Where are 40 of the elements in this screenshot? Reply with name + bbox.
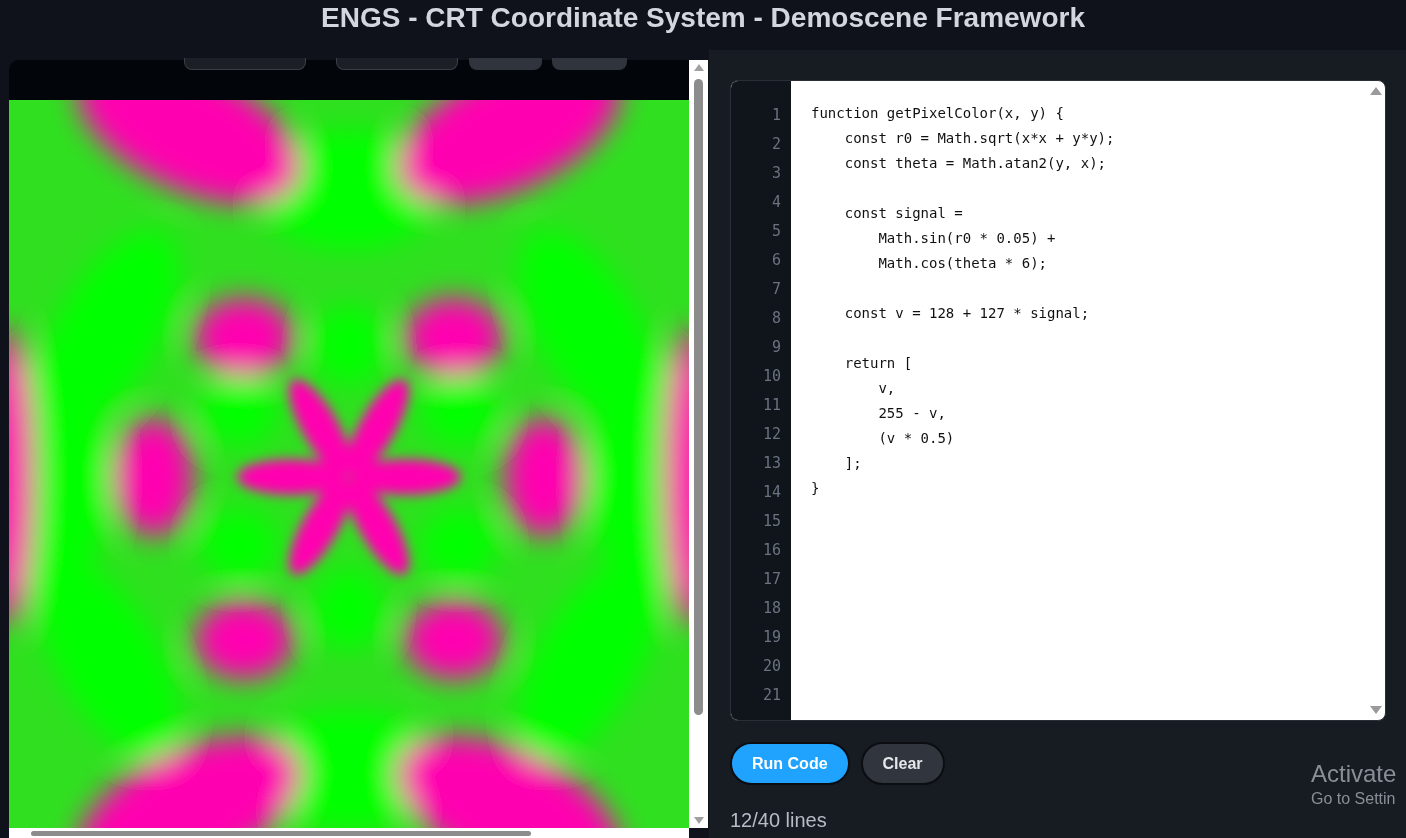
activation-notice-title: Activate — [1311, 760, 1397, 788]
scrollbar-thumb[interactable] — [31, 831, 531, 836]
line-number: 1 — [771, 105, 781, 126]
scroll-down-icon[interactable] — [693, 817, 704, 824]
line-number: 10 — [762, 366, 781, 387]
line-number: 11 — [762, 395, 781, 416]
activation-notice-text: Go to Settin — [1311, 789, 1397, 809]
input-field[interactable] — [336, 58, 458, 70]
scrollbar-thumb[interactable] — [694, 79, 703, 715]
code-editor[interactable] — [730, 80, 1386, 721]
input-field[interactable] — [184, 58, 306, 70]
line-number: 19 — [762, 627, 781, 648]
line-number: 7 — [771, 279, 781, 300]
line-number: 9 — [771, 337, 781, 358]
line-number: 4 — [771, 192, 781, 213]
page-title: ENGS - CRT Coordinate System - Demoscene Framework — [321, 1, 1085, 35]
button[interactable] — [469, 58, 542, 70]
clear-button[interactable]: Clear — [860, 742, 945, 785]
scroll-up-icon[interactable] — [693, 63, 704, 71]
line-number: 16 — [762, 540, 781, 561]
line-count: 12/40 lines — [730, 808, 828, 833]
scroll-up-icon[interactable] — [1370, 87, 1382, 95]
horizontal-scrollbar[interactable] — [9, 828, 689, 838]
vertical-scrollbar[interactable] — [689, 60, 708, 828]
line-number: 14 — [762, 482, 781, 503]
line-number: 15 — [762, 511, 781, 532]
line-number: 5 — [771, 221, 781, 242]
scroll-down-icon[interactable] — [1370, 706, 1382, 714]
line-number: 3 — [771, 163, 781, 184]
code-text[interactable]: function getPixelColor(x, y) { const r0 = Math.sqrt(x*x + y*y); const theta = Math.atan2(y, x); const signal = Math.sin(r0 * 0.05) + Math.cos(theta * 6); const v = 128 + 127 * signal; return [ v, 255 - v, (v * 0.5) ]; } — [791, 81, 1385, 501]
line-number: 20 — [762, 656, 781, 677]
line-number: 6 — [771, 250, 781, 271]
line-number: 12 — [762, 424, 781, 445]
line-number: 21 — [762, 685, 781, 706]
line-number: 18 — [762, 598, 781, 619]
line-number: 2 — [771, 134, 781, 155]
button[interactable] — [552, 58, 627, 70]
line-number: 17 — [762, 569, 781, 590]
line-number: 13 — [762, 453, 781, 474]
line-number: 8 — [771, 308, 781, 329]
